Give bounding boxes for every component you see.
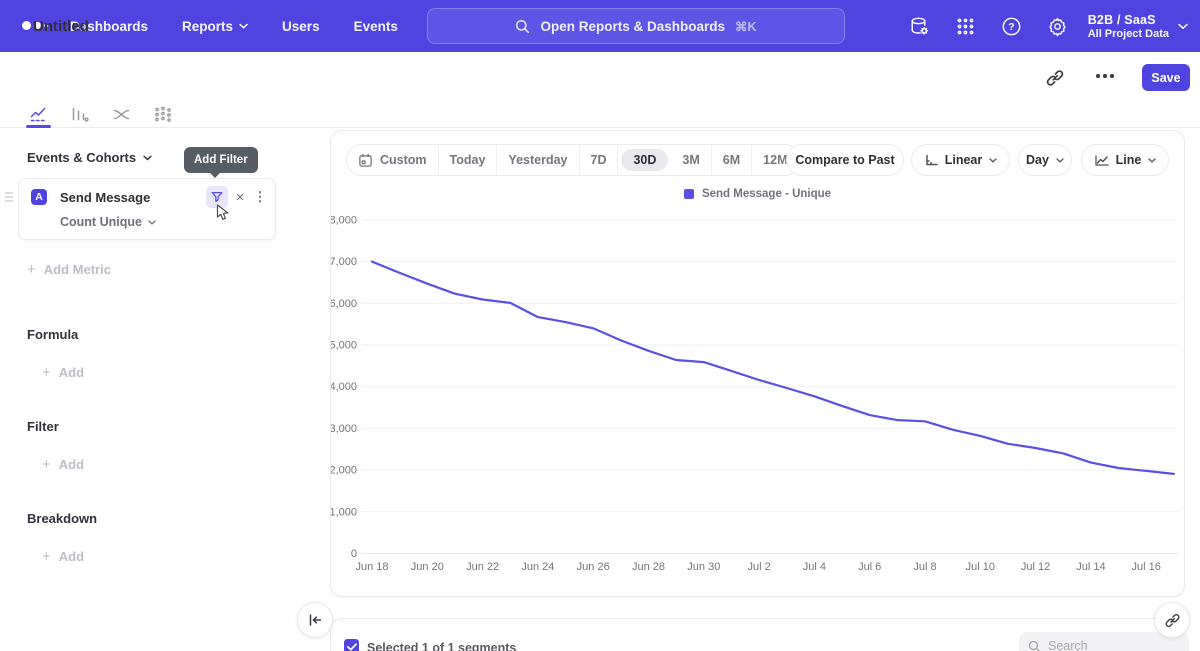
chevron-down-icon: [148, 220, 156, 225]
segments-panel: Selected 1 of 1 segments: [330, 618, 1185, 651]
project-subtitle: All Project Data: [1088, 28, 1169, 40]
nav-icon-group: ?: [908, 0, 1068, 52]
search-icon: [1028, 640, 1041, 651]
add-formula-button[interactable]: +Add: [42, 364, 84, 381]
svg-text:0: 0: [351, 548, 357, 560]
aggregation-selector[interactable]: Count Unique: [60, 215, 156, 229]
help-icon[interactable]: ?: [1000, 15, 1022, 37]
plus-icon: +: [42, 364, 51, 381]
svg-text:Jun 26: Jun 26: [577, 561, 610, 573]
primary-nav: Dashboards Reports Users Events: [70, 0, 398, 52]
formula-section-title: Formula: [27, 327, 78, 342]
drag-handle[interactable]: [5, 192, 13, 202]
svg-text:5,000: 5,000: [331, 340, 357, 352]
global-search-placeholder: Open Reports & Dashboards: [540, 19, 725, 34]
insights-report-page: Dashboards Reports Users Events Open Rep…: [0, 0, 1200, 651]
report-title[interactable]: Untitled: [33, 18, 89, 35]
apps-grid-icon[interactable]: [954, 15, 976, 37]
active-tab-indicator: [26, 125, 51, 128]
chevron-down-icon: [239, 23, 248, 29]
svg-text:Jul 8: Jul 8: [913, 561, 936, 573]
svg-text:Jun 30: Jun 30: [687, 561, 720, 573]
svg-text:6,000: 6,000: [331, 298, 357, 310]
settings-gear-icon[interactable]: [1046, 15, 1068, 37]
svg-text:8,000: 8,000: [331, 214, 357, 226]
svg-text:Jul 4: Jul 4: [803, 561, 826, 573]
add-breakdown-button[interactable]: +Add: [42, 548, 84, 565]
project-selector[interactable]: B2B / SaaS All Project Data: [1088, 0, 1188, 52]
share-link-button[interactable]: [1154, 602, 1190, 638]
search-icon: [515, 19, 530, 34]
svg-text:3,000: 3,000: [331, 423, 357, 435]
metric-options-icon[interactable]: ⋮: [253, 187, 267, 207]
add-filter-button[interactable]: +Add: [42, 456, 84, 473]
nav-reports[interactable]: Reports: [182, 19, 248, 34]
collapse-panel-button[interactable]: [297, 602, 333, 638]
project-name: B2B / SaaS: [1088, 13, 1169, 27]
chevron-down-icon: [143, 155, 152, 161]
plus-icon: +: [42, 548, 51, 565]
svg-text:1,000: 1,000: [331, 506, 357, 518]
search-shortcut: ⌘K: [735, 19, 757, 34]
tab-line-chart-icon[interactable]: [26, 104, 50, 125]
segments-selected-text: Selected 1 of 1 segments: [367, 641, 516, 651]
tab-bar-chart-icon[interactable]: [67, 104, 91, 125]
svg-text:Jun 24: Jun 24: [521, 561, 554, 573]
nav-users[interactable]: Users: [282, 19, 320, 34]
add-filter-tooltip: Add Filter: [184, 147, 258, 173]
tab-flow-icon[interactable]: [109, 104, 133, 125]
tab-scatter-icon[interactable]: [150, 104, 174, 125]
check-icon: [347, 643, 357, 651]
svg-text:Jul 16: Jul 16: [1132, 561, 1161, 573]
remove-metric-icon[interactable]: ×: [231, 187, 249, 207]
filter-section-title: Filter: [27, 419, 59, 434]
copy-link-icon[interactable]: [1045, 68, 1065, 88]
metric-badge: A: [31, 189, 47, 205]
svg-text:Jul 10: Jul 10: [966, 561, 995, 573]
svg-text:Jun 20: Jun 20: [411, 561, 444, 573]
svg-text:Jul 14: Jul 14: [1076, 561, 1105, 573]
more-options-icon[interactable]: [1096, 74, 1114, 78]
svg-text:Jul 12: Jul 12: [1021, 561, 1050, 573]
nav-events[interactable]: Events: [354, 19, 398, 34]
svg-text:4,000: 4,000: [331, 381, 357, 393]
line-chart[interactable]: 0 1,000 2,000 3,000 4,000 5,000 6,000 7,000 8,00…: [331, 131, 1186, 598]
breakdown-section-title: Breakdown: [27, 511, 97, 526]
plus-icon: +: [42, 456, 51, 473]
chart-card: Custom Today Yesterday 7D 30D 3M 6M 12M …: [330, 130, 1185, 597]
svg-text:Jul 2: Jul 2: [747, 561, 770, 573]
mouse-cursor: [216, 204, 231, 226]
plus-icon: +: [27, 261, 36, 278]
svg-text:7,000: 7,000: [331, 256, 357, 268]
global-search-button[interactable]: Open Reports & Dashboards ⌘K: [427, 8, 845, 44]
segments-checkbox[interactable]: [344, 639, 359, 651]
svg-text:Jul 6: Jul 6: [858, 561, 881, 573]
svg-text:Jun 18: Jun 18: [355, 561, 388, 573]
segments-search-input[interactable]: [1048, 639, 1168, 651]
chart-type-tabs: [0, 103, 1200, 128]
svg-text:?: ?: [1008, 21, 1014, 33]
filter-funnel-icon: [210, 190, 224, 204]
svg-text:Jun 22: Jun 22: [466, 561, 499, 573]
svg-text:Jun 28: Jun 28: [632, 561, 665, 573]
svg-text:2,000: 2,000: [331, 465, 357, 477]
data-management-icon[interactable]: [908, 15, 930, 37]
save-button[interactable]: Save: [1142, 64, 1190, 91]
metric-event-name[interactable]: Send Message: [60, 190, 150, 205]
report-header: [0, 52, 1200, 103]
collapse-left-icon: [307, 613, 323, 627]
events-cohorts-header[interactable]: Events & Cohorts: [27, 150, 152, 165]
link-icon: [1164, 612, 1181, 629]
add-metric-button[interactable]: +Add Metric: [27, 261, 111, 278]
top-navbar: Dashboards Reports Users Events Open Rep…: [0, 0, 1200, 52]
chevron-down-icon: [1178, 23, 1188, 30]
